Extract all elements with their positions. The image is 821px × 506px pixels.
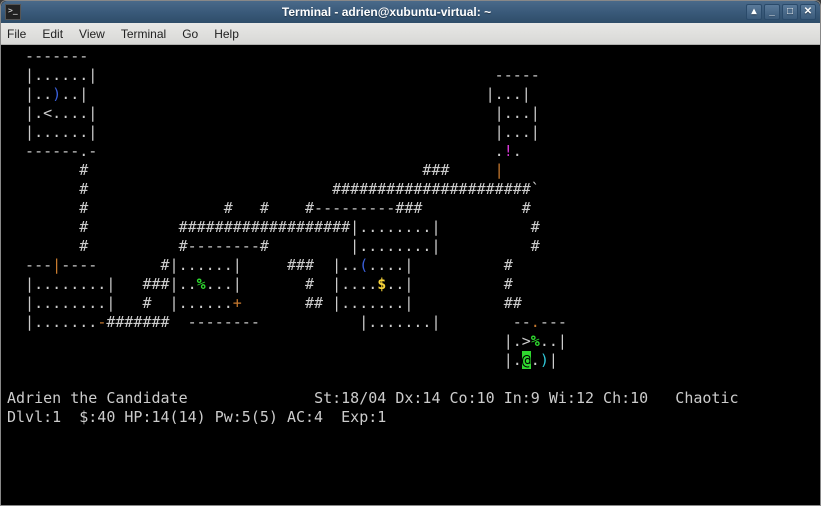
- item-food-icon: %: [531, 332, 540, 350]
- close-button[interactable]: ✕: [800, 4, 816, 20]
- map-row: |......| |...|: [7, 123, 621, 141]
- status-line-1: Adrien the Candidate St:18/04 Dx:14 Co:1…: [7, 389, 739, 407]
- map-row: # # # #---------### #: [7, 199, 621, 217]
- map-row: |.<....| |...|: [7, 104, 621, 122]
- map-row: ---|---- #|......| ### |..(....| #: [7, 256, 603, 274]
- map-row: |........| ###|..%...| # |....$..| #: [7, 275, 603, 293]
- menu-file[interactable]: File: [7, 27, 26, 41]
- item-weapon-icon: ): [52, 85, 61, 103]
- item-gold-icon: $: [377, 275, 386, 293]
- map-row: # ### |: [7, 161, 621, 179]
- menu-terminal[interactable]: Terminal: [121, 27, 166, 41]
- door-closed-icon: +: [233, 294, 242, 312]
- titlebar[interactable]: Terminal - adrien@xubuntu-virtual: ~ ▴ _…: [1, 1, 820, 23]
- door-icon: |: [52, 256, 61, 274]
- terminal-icon: [5, 4, 21, 20]
- map-row: |.@.)|: [7, 351, 612, 369]
- item-weapon-icon: ): [540, 351, 549, 369]
- status-line-2: Dlvl:1 $:40 HP:14(14) Pw:5(5) AC:4 Exp:1: [7, 408, 386, 426]
- map-row: |..)..| |...|: [7, 85, 612, 103]
- map-row: # #--------# |........| #: [7, 237, 630, 255]
- minimize-button[interactable]: _: [764, 4, 780, 20]
- item-weapon-icon: (: [359, 256, 368, 274]
- menubar: File Edit View Terminal Go Help: [1, 23, 820, 45]
- map-row: -------: [7, 47, 621, 65]
- item-food-icon: %: [197, 275, 206, 293]
- terminal-viewport[interactable]: ------- |......| ----- |..)..| |...|: [1, 45, 820, 505]
- map-row: ------.- .!.: [7, 142, 621, 160]
- menu-edit[interactable]: Edit: [42, 27, 63, 41]
- game-screen: ------- |......| ----- |..)..| |...|: [7, 47, 814, 427]
- map-row: |.......-####### -------- |.......| --.-…: [7, 313, 630, 331]
- map-row: # ###################|........| #: [7, 218, 630, 236]
- menu-go[interactable]: Go: [182, 27, 198, 41]
- menu-help[interactable]: Help: [214, 27, 239, 41]
- door-icon: .: [531, 313, 540, 331]
- menu-view[interactable]: View: [79, 27, 105, 41]
- map-row: |........| # |......+ ## |.......| ##: [7, 294, 603, 312]
- maximize-button[interactable]: □: [782, 4, 798, 20]
- map-row: # ######################`: [7, 180, 621, 198]
- shade-button[interactable]: ▴: [746, 4, 762, 20]
- item-potion-icon: !: [504, 142, 513, 160]
- door-icon: |: [495, 161, 504, 179]
- map-row: |......| -----: [7, 66, 621, 84]
- terminal-window: Terminal - adrien@xubuntu-virtual: ~ ▴ _…: [0, 0, 821, 506]
- window-controls: ▴ _ □ ✕: [746, 4, 816, 20]
- map-row: |.>%..|: [7, 332, 621, 350]
- door-icon: -: [97, 313, 106, 331]
- player-icon: @: [522, 351, 531, 369]
- window-title: Terminal - adrien@xubuntu-virtual: ~: [27, 5, 746, 19]
